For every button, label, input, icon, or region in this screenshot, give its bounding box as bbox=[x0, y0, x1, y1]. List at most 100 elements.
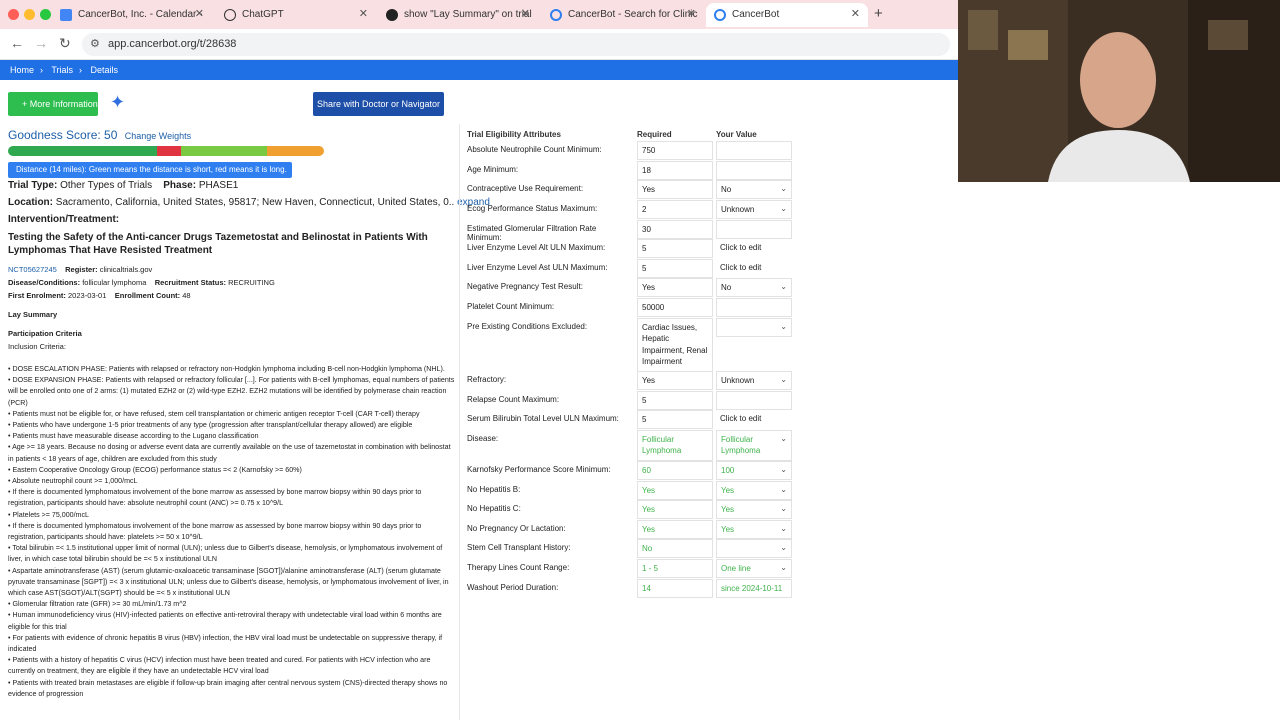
your-value-field[interactable] bbox=[716, 141, 792, 161]
your-value-select[interactable]: One line ⌄ bbox=[716, 559, 792, 579]
your-value-field[interactable]: since 2024-10-11 bbox=[716, 579, 792, 599]
your-value-text: One line bbox=[721, 564, 751, 573]
your-value-text: Unknown bbox=[721, 376, 755, 385]
your-value-text bbox=[721, 396, 723, 405]
criteria-item: • Absolute neutrophil count >= 1,000/mcL bbox=[8, 477, 138, 486]
required-value: Yes bbox=[637, 278, 713, 298]
your-value-text bbox=[721, 166, 723, 175]
attribute-label: Contraceptive Use Requirement: bbox=[467, 184, 584, 193]
browser-tab-cancerbot[interactable]: CancerBot ✕ bbox=[706, 3, 868, 27]
minimize-window-button[interactable] bbox=[24, 9, 35, 20]
chevron-down-icon: ⌄ bbox=[780, 322, 787, 331]
your-value-text: No bbox=[721, 185, 732, 194]
criteria-item: • Patients with treated brain metastases… bbox=[8, 678, 448, 698]
share-with-doctor-button[interactable]: Share with Doctor or Navigator bbox=[313, 92, 444, 116]
chatgpt-icon bbox=[224, 9, 236, 21]
close-window-button[interactable] bbox=[8, 9, 19, 20]
reload-icon[interactable]: ↻ bbox=[59, 35, 71, 52]
score-segment[interactable] bbox=[157, 146, 181, 156]
score-tooltip: Distance (14 miles): Green means the dis… bbox=[8, 162, 292, 178]
close-tab-icon[interactable]: ✕ bbox=[851, 3, 860, 26]
chevron-down-icon: ⌄ bbox=[780, 543, 787, 552]
sparkle-icon[interactable]: ✦ bbox=[110, 92, 125, 113]
back-icon[interactable]: ← bbox=[10, 35, 24, 51]
cancerbot-icon bbox=[714, 9, 726, 21]
your-value-select[interactable]: Yes ⌄ bbox=[716, 520, 792, 540]
close-tab-icon[interactable]: ✕ bbox=[521, 3, 530, 26]
your-value-text bbox=[721, 303, 723, 312]
criteria-item: • Total bilirubin =< 1.5 institutional u… bbox=[8, 544, 443, 564]
your-value-select[interactable]: 100 ⌄ bbox=[716, 461, 792, 481]
column-divider bbox=[459, 124, 460, 720]
github-icon bbox=[386, 9, 398, 21]
zoom-window-button[interactable] bbox=[40, 9, 51, 20]
required-value: Yes bbox=[637, 481, 713, 501]
close-tab-icon[interactable]: ✕ bbox=[687, 3, 696, 26]
intervention-heading: Intervention/Treatment: bbox=[8, 214, 120, 225]
attribute-label: Estimated Glomerular Filtration Rate Min… bbox=[467, 224, 597, 242]
your-value-field[interactable]: Click to edit bbox=[716, 259, 792, 276]
close-tab-icon[interactable]: ✕ bbox=[195, 3, 204, 26]
score-segment-distance[interactable] bbox=[8, 146, 157, 156]
breadcrumb-trials[interactable]: Trials bbox=[51, 65, 73, 75]
forward-icon[interactable]: → bbox=[34, 35, 48, 51]
nct-link[interactable]: NCT05627245 bbox=[8, 265, 57, 274]
breadcrumb-home[interactable]: Home bbox=[10, 65, 34, 75]
criteria-item: • Aspartate aminotransferase (AST) (seru… bbox=[8, 566, 449, 598]
browser-tab-github[interactable]: show "Lay Summary" on trial ✕ bbox=[378, 3, 538, 27]
your-value-field[interactable] bbox=[716, 220, 792, 240]
main-content: + More Information ✦ Share with Doctor o… bbox=[0, 80, 958, 720]
browser-tab-chatgpt[interactable]: ChatGPT ✕ bbox=[216, 3, 376, 27]
your-value-field[interactable] bbox=[716, 298, 792, 318]
required-value: No bbox=[637, 539, 713, 559]
required-value: Follicular Lymphoma bbox=[637, 430, 713, 461]
your-value-select[interactable]: Yes ⌄ bbox=[716, 481, 792, 501]
browser-tab-cancerbot-search[interactable]: CancerBot - Search for Clinic ✕ bbox=[542, 3, 704, 27]
attribute-label: Platelet Count Minimum: bbox=[467, 302, 555, 311]
your-value-select[interactable]: Unknown ⌄ bbox=[716, 371, 792, 391]
your-value-select[interactable]: No ⌄ bbox=[716, 180, 792, 200]
criteria-item: • Platelets >= 75,000/mcL bbox=[8, 510, 89, 519]
site-info-icon[interactable]: ⚙ bbox=[90, 37, 100, 50]
required-value: 750 bbox=[637, 141, 713, 161]
new-tab-icon[interactable]: + bbox=[874, 5, 883, 22]
required-value: 5 bbox=[637, 239, 713, 259]
url-field[interactable]: ⚙ app.cancerbot.org/t/28638 bbox=[82, 33, 950, 56]
your-value-select[interactable]: Follicular Lymphoma ⌄ bbox=[716, 430, 792, 461]
your-value-field[interactable]: Click to edit bbox=[716, 239, 792, 256]
close-tab-icon[interactable]: ✕ bbox=[359, 3, 368, 26]
attribute-label: Age Minimum: bbox=[467, 165, 519, 174]
browser-tab-bar: CancerBot, Inc. - Calendar - ✕ ChatGPT ✕… bbox=[0, 0, 958, 29]
attribute-label: Disease: bbox=[467, 434, 499, 443]
your-value-select[interactable]: ⌄ bbox=[716, 539, 792, 559]
your-value-text: No bbox=[721, 283, 732, 292]
browser-tab-calendar[interactable]: CancerBot, Inc. - Calendar - ✕ bbox=[52, 3, 212, 27]
participation-heading: Participation Criteria bbox=[8, 329, 82, 338]
your-value-field[interactable]: Click to edit bbox=[716, 410, 792, 427]
chevron-down-icon: ⌄ bbox=[780, 282, 787, 291]
score-bar[interactable] bbox=[8, 146, 324, 156]
score-segment[interactable] bbox=[267, 146, 324, 156]
your-value-select[interactable]: No ⌄ bbox=[716, 278, 792, 298]
your-value-select[interactable]: Unknown ⌄ bbox=[716, 200, 792, 220]
change-weights-link[interactable]: Change Weights bbox=[125, 131, 191, 141]
criteria-item: • Age >= 18 years. Because no dosing or … bbox=[8, 443, 451, 463]
calendar-icon bbox=[60, 9, 72, 21]
chevron-down-icon: ⌄ bbox=[780, 524, 787, 533]
your-value-text: Yes bbox=[721, 486, 735, 495]
chevron-down-icon: ⌄ bbox=[780, 204, 787, 213]
your-value-field[interactable] bbox=[716, 161, 792, 181]
your-value-select[interactable]: ⌄ bbox=[716, 318, 792, 338]
your-value-text: since 2024-10-11 bbox=[721, 584, 783, 593]
your-value-select[interactable]: Yes ⌄ bbox=[716, 500, 792, 520]
criteria-item: • Patients must not be eligible for, or … bbox=[8, 409, 420, 418]
your-value-text: 100 bbox=[721, 466, 735, 475]
more-information-button[interactable]: + More Information bbox=[8, 92, 98, 116]
window-controls bbox=[8, 9, 56, 23]
your-value-field[interactable] bbox=[716, 391, 792, 411]
your-value-text: Follicular Lymphoma bbox=[721, 435, 761, 456]
attribute-label: Pre Existing Conditions Excluded: bbox=[467, 322, 588, 331]
chevron-down-icon: ⌄ bbox=[780, 434, 787, 443]
score-segment[interactable] bbox=[181, 146, 267, 156]
attribute-label: Stem Cell Transplant History: bbox=[467, 543, 571, 552]
